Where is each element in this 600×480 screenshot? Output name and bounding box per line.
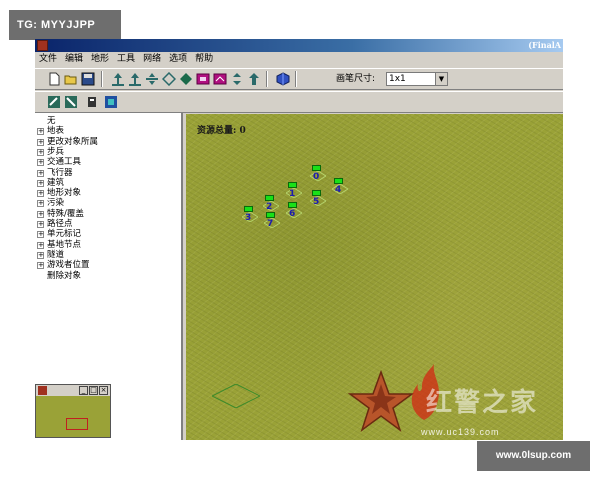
menu-bar: 文件 编辑 地形 工具 网络 选项 帮助 [35, 52, 563, 67]
title-bar: (FinalA [35, 39, 563, 52]
tree-item-pollution[interactable]: + 污染 [37, 198, 64, 208]
cursor-tile-outline [212, 384, 260, 408]
menu-tools[interactable]: 工具 [113, 52, 139, 67]
finalalert-window: (FinalA 文件 编辑 地形 工具 网络 选项 帮助 画笔尺寸: 1x1 ▼ 无 [35, 39, 563, 440]
menu-options[interactable]: 选项 [165, 52, 191, 67]
brush-size-label: 画笔尺寸: [336, 74, 376, 84]
tree-item-infantry[interactable]: + 步兵 [37, 147, 64, 157]
menu-network[interactable]: 网络 [139, 52, 165, 67]
menu-terrain[interactable]: 地形 [87, 52, 113, 67]
save-disk-icon[interactable] [81, 72, 95, 86]
tree-item-player-positions[interactable]: + 游戏者位置 [37, 260, 90, 270]
tree-item-none[interactable]: 无 [37, 116, 56, 126]
terrain-edit-icon[interactable] [47, 95, 61, 109]
minimap-window[interactable]: _ □ × [35, 384, 111, 438]
tile-magenta-2-icon[interactable] [213, 72, 227, 86]
waypoint-5[interactable]: 5 [308, 190, 330, 212]
object-icon[interactable] [85, 95, 99, 109]
tree-item-change-owner[interactable]: + 更改对象所属 [37, 137, 98, 147]
minimap-title-bar: _ □ × [36, 385, 110, 396]
raise-ground-icon[interactable] [111, 72, 125, 86]
window-title: (FinalA [528, 40, 561, 50]
new-file-icon[interactable] [47, 72, 61, 86]
tile-magenta-icon[interactable] [196, 72, 210, 86]
map-view[interactable]: 资源总量: 0 0 1 2 3 4 5 6 7 红警之家 www.uc139.c… [186, 114, 563, 440]
menu-file[interactable]: 文件 [35, 52, 61, 67]
logo-text: 红警之家 [426, 388, 539, 418]
tree-item-base-nodes[interactable]: + 基地节点 [37, 240, 81, 250]
app-icon [38, 386, 47, 395]
chevron-down-icon[interactable]: ▼ [435, 73, 447, 85]
logo-url: www.uc139.com [421, 427, 500, 437]
secondary-toolbar [35, 91, 563, 113]
tree-item-tunnels[interactable]: + 隧道 [37, 250, 64, 260]
waypoint-6[interactable]: 6 [284, 202, 306, 224]
tree-item-vehicles[interactable]: + 交通工具 [37, 157, 81, 167]
menu-edit[interactable]: 编辑 [61, 52, 87, 67]
tree-item-cell-tags[interactable]: + 单元标记 [37, 229, 81, 239]
tree-item-delete-objects[interactable]: 删除对象 [37, 271, 81, 281]
tree-item-ground[interactable]: + 地表 [37, 126, 64, 136]
tree-item-special-overlay[interactable]: + 特殊/覆盖 [37, 209, 84, 219]
minimize-icon[interactable]: _ [79, 386, 88, 395]
site-logo: 红警之家 www.uc139.com [346, 362, 556, 440]
terrain-brush-icon[interactable] [64, 95, 78, 109]
waypoint-1[interactable]: 1 [284, 182, 306, 204]
close-icon[interactable]: × [99, 386, 108, 395]
tree-item-aircraft[interactable]: + 飞行器 [37, 168, 73, 178]
minimap-viewport[interactable] [66, 418, 88, 430]
tree-item-buildings[interactable]: + 建筑 [37, 178, 64, 188]
watermark-tg: TG: MYYJJPP [9, 10, 121, 40]
app-icon [37, 40, 48, 51]
resource-total-label: 资源总量: 0 [197, 126, 246, 136]
cube-icon[interactable] [276, 72, 290, 86]
brush-size-value: 1x1 [389, 74, 406, 84]
diamond-outline-icon[interactable] [162, 72, 176, 86]
waypoint-4[interactable]: 4 [330, 178, 352, 200]
menu-help[interactable]: 帮助 [191, 52, 217, 67]
waypoint-0[interactable]: 0 [308, 165, 330, 187]
tree-item-waypoints[interactable]: + 路径点 [37, 219, 73, 229]
brush-size-select[interactable]: 1x1 ▼ [386, 72, 448, 86]
smooth-icon[interactable] [230, 72, 244, 86]
waypoint-3[interactable]: 3 [240, 206, 262, 228]
maximize-icon[interactable]: □ [89, 386, 98, 395]
waypoint-7[interactable]: 7 [262, 212, 284, 234]
tree-icon[interactable] [247, 72, 261, 86]
tree-item-terrain-objects[interactable]: + 地形对象 [37, 188, 81, 198]
diamond-filled-icon[interactable] [179, 72, 193, 86]
flatten-icon[interactable] [145, 72, 159, 86]
watermark-url: www.0lsup.com [477, 441, 590, 471]
player-icon[interactable] [104, 95, 118, 109]
main-toolbar: 画笔尺寸: 1x1 ▼ [35, 68, 563, 90]
lower-ground-icon[interactable] [128, 72, 142, 86]
open-folder-icon[interactable] [64, 72, 78, 86]
